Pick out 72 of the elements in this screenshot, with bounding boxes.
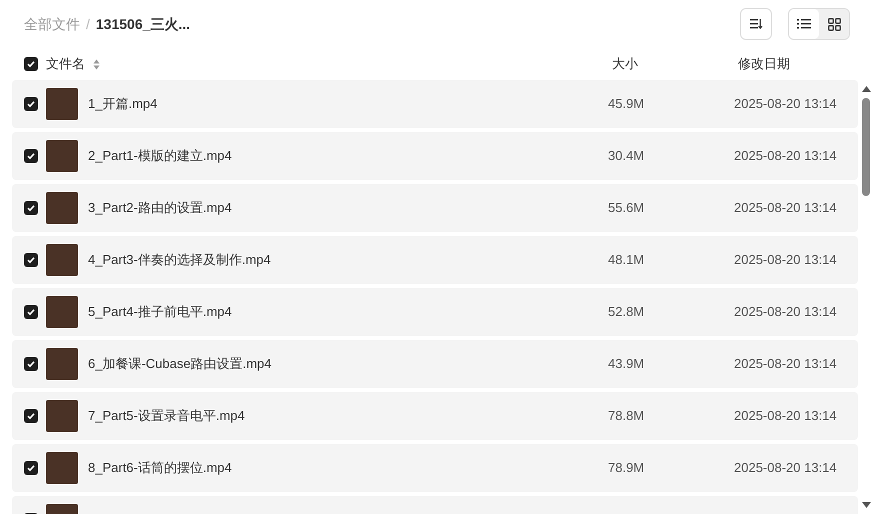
sort-icon — [750, 18, 762, 30]
file-row[interactable]: 2_Part1-模版的建立.mp4 30.4M 2025-08-20 13:14 — [12, 132, 858, 180]
check-icon — [26, 255, 36, 265]
checkbox[interactable] — [24, 57, 38, 71]
checkbox[interactable] — [24, 97, 38, 111]
column-header[interactable]: 文件名 — [46, 54, 85, 74]
scrollbar-thumb[interactable] — [862, 98, 870, 196]
checkbox[interactable] — [24, 409, 38, 423]
file-size: 78.9M — [607, 459, 646, 478]
checkbox[interactable] — [24, 201, 38, 215]
video-thumbnail — [46, 296, 78, 328]
file-name: 5_Part4-推子前电平.mp4 — [88, 303, 232, 322]
file-name: 7_Part5-设置录音电平.mp4 — [88, 407, 245, 426]
file-name: 8_Part6-话筒的摆位.mp4 — [88, 459, 232, 478]
modified-date: 2025-08-20 13:14 — [734, 147, 837, 166]
scroll-down-icon[interactable] — [862, 502, 870, 508]
file-size: 30.4M — [607, 147, 646, 166]
modified-date: 2025-08-20 13:14 — [734, 199, 837, 218]
file-row[interactable]: 1_开篇.mp4 45.9M 2025-08-20 13:14 — [12, 80, 858, 128]
checkbox[interactable] — [24, 461, 38, 475]
scroll-up-icon[interactable] — [862, 86, 870, 92]
grid-view-icon — [828, 18, 840, 30]
column-header: 大小 — [611, 55, 639, 74]
video-thumbnail — [46, 192, 78, 224]
file-size: 48.1M — [607, 251, 646, 270]
file-name: 2_Part1-模版的建立.mp4 — [88, 147, 232, 166]
breadcrumb-separator: / — [86, 14, 90, 34]
check-icon — [26, 307, 36, 317]
file-size: 45.9M — [607, 95, 646, 114]
video-thumbnail — [46, 140, 78, 172]
check-icon — [26, 203, 36, 213]
column-header: 修改日期 — [738, 55, 790, 74]
video-thumbnail — [46, 88, 78, 120]
file-size: 43.9M — [607, 355, 646, 374]
checkbox[interactable] — [24, 149, 38, 163]
file-name: 3_Part2-路由的设置.mp4 — [88, 199, 232, 218]
checkbox[interactable] — [24, 305, 38, 319]
breadcrumb-current: 131506_三火... — [96, 14, 190, 34]
modified-date: 2025-08-20 13:14 — [734, 459, 837, 478]
check-icon — [26, 359, 36, 369]
check-icon — [26, 411, 36, 421]
file-row[interactable]: 7_Part5-设置录音电平.mp4 78.8M 2025-08-20 13:14 — [12, 392, 858, 440]
list-view-icon — [797, 18, 811, 30]
modified-date: 2025-08-20 13:14 — [734, 251, 837, 270]
modified-date: 2025-08-20 13:14 — [734, 355, 837, 374]
check-icon — [26, 59, 36, 69]
check-icon — [26, 99, 36, 109]
sort-arrows-icon[interactable] — [93, 58, 100, 70]
sort-button[interactable] — [740, 8, 772, 40]
video-thumbnail — [46, 244, 78, 276]
video-thumbnail — [46, 348, 78, 380]
file-name: 4_Part3-伴奏的选择及制作.mp4 — [88, 251, 271, 270]
checkbox[interactable] — [24, 357, 38, 371]
file-name: 1_开篇.mp4 — [88, 95, 158, 114]
file-size: 55.6M — [607, 199, 646, 218]
video-thumbnail — [46, 452, 78, 484]
list-view-button[interactable] — [789, 9, 819, 39]
file-row[interactable]: 4_Part3-伴奏的选择及制作.mp4 48.1M 2025-08-20 13:14 — [12, 236, 858, 284]
video-thumbnail — [46, 400, 78, 432]
modified-date: 2025-08-20 13:14 — [734, 95, 837, 114]
file-row[interactable]: 8_Part6-话筒的摆位.mp4 78.9M 2025-08-20 13:14 — [12, 444, 858, 492]
file-row[interactable]: 6_加餐课-Cubase路由设置.mp4 43.9M 2025-08-20 13:14 — [12, 340, 858, 388]
check-icon — [26, 151, 36, 161]
file-size: 78.8M — [607, 407, 646, 426]
modified-date: 2025-08-20 13:14 — [734, 407, 837, 426]
modified-date: 2025-08-20 13:14 — [734, 303, 837, 322]
checkbox[interactable] — [24, 253, 38, 267]
file-row[interactable]: 5_Part4-推子前电平.mp4 52.8M 2025-08-20 13:14 — [12, 288, 858, 336]
file-size: 52.8M — [607, 303, 646, 322]
file-row[interactable]: 3_Part2-路由的设置.mp4 55.6M 2025-08-20 13:14 — [12, 184, 858, 232]
check-icon — [26, 463, 36, 473]
file-name: 6_加餐课-Cubase路由设置.mp4 — [88, 355, 272, 374]
